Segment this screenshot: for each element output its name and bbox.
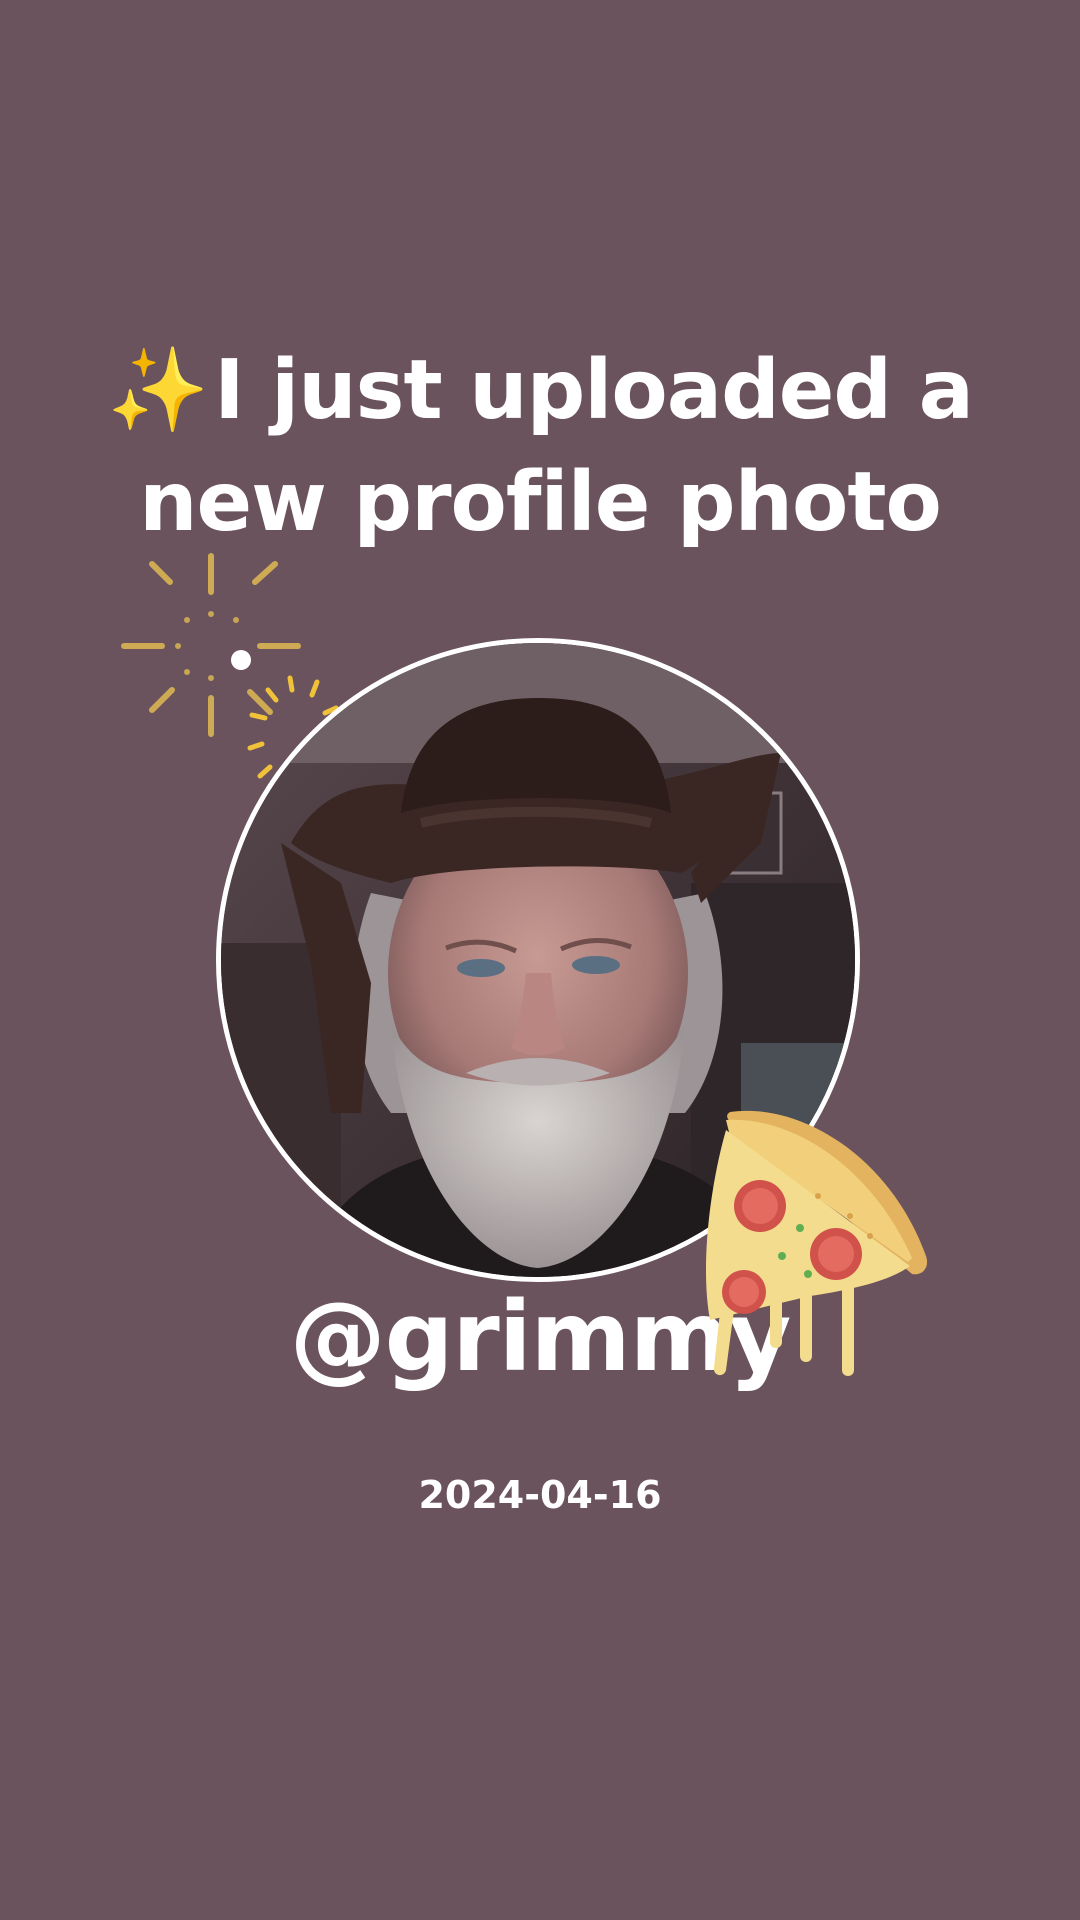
story-canvas: ✨I just uploaded a new profile photo @gr… [0,0,1080,1920]
sparkles-icon: ✨ [107,343,209,438]
headline-line-1: ✨I just uploaded a [60,335,1020,447]
headline-text-1: I just uploaded a [214,343,974,438]
headline: ✨I just uploaded a new profile photo [60,335,1020,559]
headline-line-2: new profile photo [139,455,942,550]
post-date: 2024-04-16 [418,1473,662,1517]
pizza-slice-icon [705,1110,928,1376]
burst-center-dot [231,650,251,670]
